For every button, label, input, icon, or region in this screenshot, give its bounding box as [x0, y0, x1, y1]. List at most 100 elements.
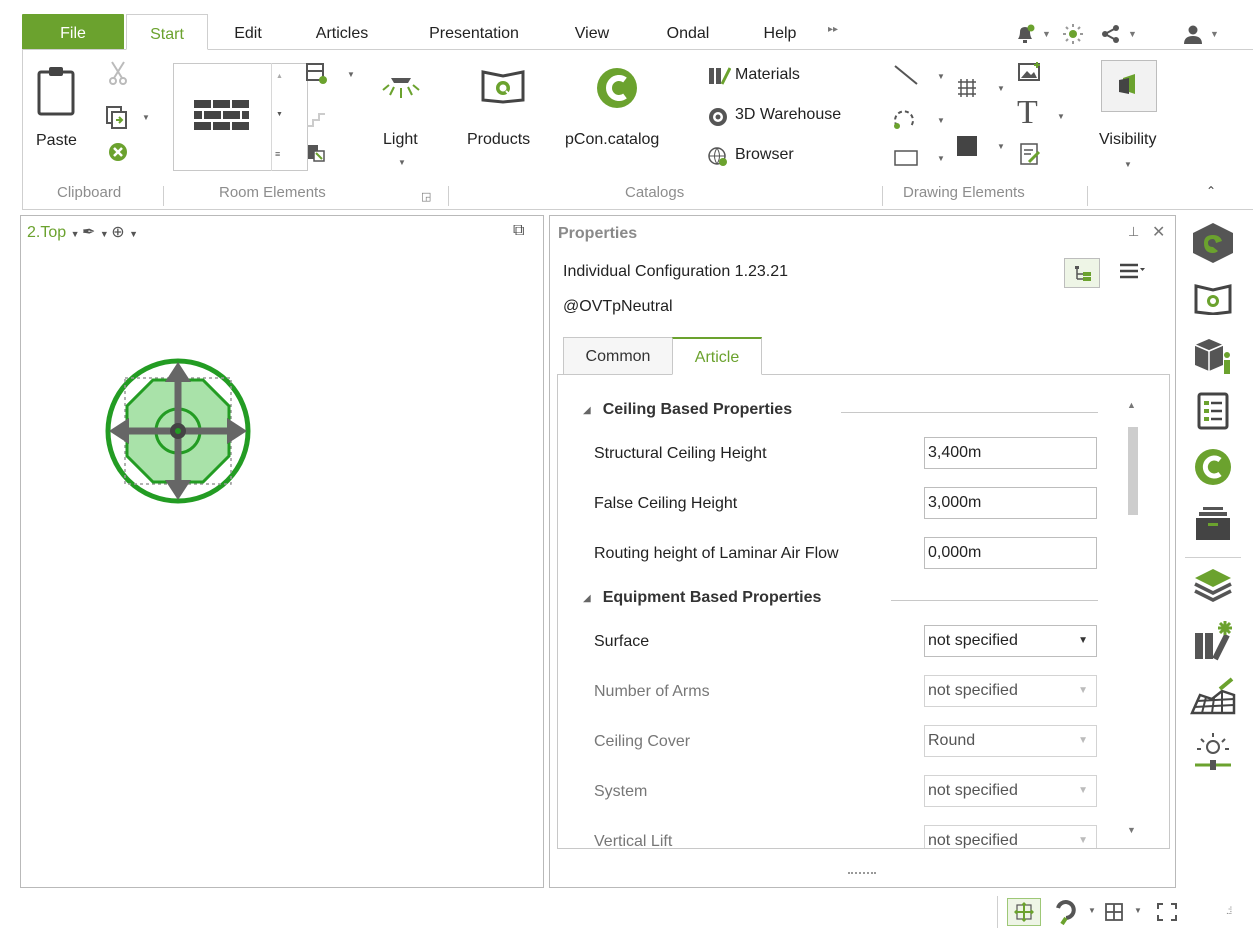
chevron-down-icon[interactable]: ▼ [142, 113, 150, 122]
browser-button[interactable]: Browser [685, 144, 835, 172]
chevron-down-icon[interactable]: ▼ [997, 84, 1005, 93]
materials-label: Materials [735, 66, 800, 83]
copy-icon[interactable] [105, 105, 129, 131]
viewport-top[interactable]: 2.Top ▼ ✒ ▼ ⊕ ▼ ⧉ [20, 215, 544, 888]
pcon-catalog-icon [597, 68, 637, 108]
pin-icon[interactable]: ⊥ [1128, 224, 1139, 240]
tab-file[interactable]: File [22, 14, 124, 50]
grid-view-button[interactable]: ▼ [1104, 902, 1142, 925]
sidebar-settings[interactable] [1187, 221, 1239, 265]
scrollbar-thumb[interactable] [1128, 427, 1138, 515]
sidebar-article-info[interactable] [1187, 333, 1239, 377]
fill-icon[interactable] [955, 134, 979, 158]
tab-help[interactable]: Help [748, 14, 812, 50]
restore-window-icon[interactable]: ⧉ [513, 222, 524, 240]
section-ceiling[interactable]: ◢ Ceiling Based Properties [583, 401, 792, 419]
warehouse-button[interactable]: 3D Warehouse [685, 104, 870, 132]
window-icon[interactable] [305, 142, 327, 164]
chevron-down-icon[interactable]: ▼ [937, 116, 945, 125]
rotate-tool-button[interactable]: ▼ [1052, 898, 1096, 929]
delete-icon[interactable] [108, 142, 128, 162]
lighting-mode-button[interactable] [1062, 22, 1084, 46]
panel-menu-button[interactable] [1118, 260, 1146, 285]
dialog-launcher-icon[interactable]: ◲ [421, 190, 431, 203]
close-icon[interactable]: ✕ [1152, 222, 1165, 242]
chevron-down-icon: ▼ [1210, 29, 1219, 39]
tab-presentation[interactable]: Presentation [410, 14, 538, 50]
edit-icon[interactable] [1019, 142, 1043, 166]
sidebar-terrain[interactable] [1187, 675, 1239, 719]
chevron-down-icon[interactable]: ▼ [937, 154, 945, 163]
share-button[interactable]: ▼ [1100, 22, 1137, 46]
move-icon [1014, 902, 1034, 922]
sidebar-light-settings[interactable] [1187, 731, 1239, 775]
gallery-scrollbar[interactable]: ▲ ▼ ≡ [271, 63, 288, 171]
property-label: Routing height of Laminar Air Flow [594, 545, 839, 562]
tab-edit[interactable]: Edit [218, 14, 278, 50]
text-icon[interactable]: T [1017, 96, 1038, 130]
surface-select[interactable]: not specified ▼ [924, 625, 1097, 657]
group-label-room-elements: Room Elements [219, 184, 326, 201]
catalog-icon [1194, 284, 1232, 315]
sidebar-archive[interactable] [1187, 501, 1239, 545]
ceiling-lamp-object[interactable] [103, 356, 253, 506]
products-button[interactable]: Products [459, 60, 549, 170]
bell-icon [1018, 24, 1035, 43]
line-icon[interactable] [893, 62, 919, 88]
chevron-down-icon[interactable]: ▼ [997, 142, 1005, 151]
pen-icon[interactable]: ✒ [82, 224, 95, 241]
more-tabs-icon[interactable]: ▸▸ [828, 24, 838, 35]
chevron-down-icon[interactable]: ▼ [937, 72, 945, 81]
light-button[interactable]: Light ▼ [367, 60, 437, 175]
sidebar-catalog[interactable] [1187, 277, 1239, 321]
tab-common[interactable]: Common [563, 337, 673, 375]
section-equipment[interactable]: ◢ Equipment Based Properties [583, 589, 821, 607]
tab-article[interactable]: Article [672, 337, 762, 375]
right-sidebar [1181, 215, 1253, 888]
properties-title: Properties [558, 225, 638, 242]
fullscreen-button[interactable] [1156, 902, 1178, 925]
materials-button[interactable]: Materials [685, 64, 835, 92]
scroll-down-button[interactable]: ▼ [1127, 825, 1136, 835]
false-ceiling-height-input[interactable]: 3,000m [924, 487, 1097, 519]
sidebar-pcon-catalog[interactable] [1187, 445, 1239, 489]
visibility-button[interactable]: Visibility ▼ [1089, 60, 1175, 175]
group-label-clipboard: Clipboard [57, 184, 122, 201]
sidebar-layers[interactable] [1187, 563, 1239, 607]
stairs-icon[interactable] [305, 108, 327, 130]
cut-icon[interactable] [107, 60, 129, 86]
resize-grip-icon[interactable]: .:⁞ [1226, 906, 1232, 917]
info-icon [1194, 339, 1230, 374]
tab-articles[interactable]: Articles [296, 14, 388, 50]
viewport-view-selector[interactable]: 2.Top ▼ ✒ ▼ ⊕ ▼ [27, 222, 138, 242]
paste-button[interactable]: Paste [31, 60, 91, 160]
move-tool-button[interactable] [1007, 898, 1041, 926]
panel-resize-grip[interactable] [848, 872, 876, 874]
chevron-down-icon: ▼ [1078, 835, 1088, 846]
hatch-icon[interactable] [955, 76, 979, 100]
fullscreen-icon [1157, 903, 1177, 921]
archive-icon [1196, 507, 1230, 540]
structural-ceiling-height-input[interactable]: 3,400m [924, 437, 1097, 469]
tab-start[interactable]: Start [126, 14, 208, 50]
collapse-ribbon-button[interactable]: ⌃ [1206, 184, 1216, 198]
tab-ondal[interactable]: Ondal [648, 14, 728, 50]
scroll-up-button[interactable]: ▲ [1127, 400, 1136, 410]
pcon-catalog-button[interactable]: pCon.catalog [559, 60, 685, 170]
room-settings-icon[interactable] [305, 62, 329, 86]
paste-icon [37, 67, 75, 116]
arc-icon[interactable] [891, 106, 917, 132]
rectangle-icon[interactable] [893, 148, 919, 168]
tab-view[interactable]: View [562, 14, 622, 50]
crosshair-icon[interactable]: ⊕ [111, 224, 124, 241]
sidebar-material-editor[interactable] [1187, 619, 1239, 663]
sidebar-article-list[interactable] [1187, 389, 1239, 433]
user-account-button[interactable]: ▼ [1182, 22, 1219, 46]
tree-view-button[interactable] [1064, 258, 1100, 288]
chevron-down-icon[interactable]: ▼ [347, 70, 355, 79]
collapse-icon: ◢ [583, 592, 591, 604]
routing-height-input[interactable]: 0,000m [924, 537, 1097, 569]
image-icon[interactable] [1017, 60, 1043, 82]
chevron-down-icon[interactable]: ▼ [1057, 112, 1065, 121]
notifications-button[interactable]: ▼ [1014, 22, 1051, 46]
